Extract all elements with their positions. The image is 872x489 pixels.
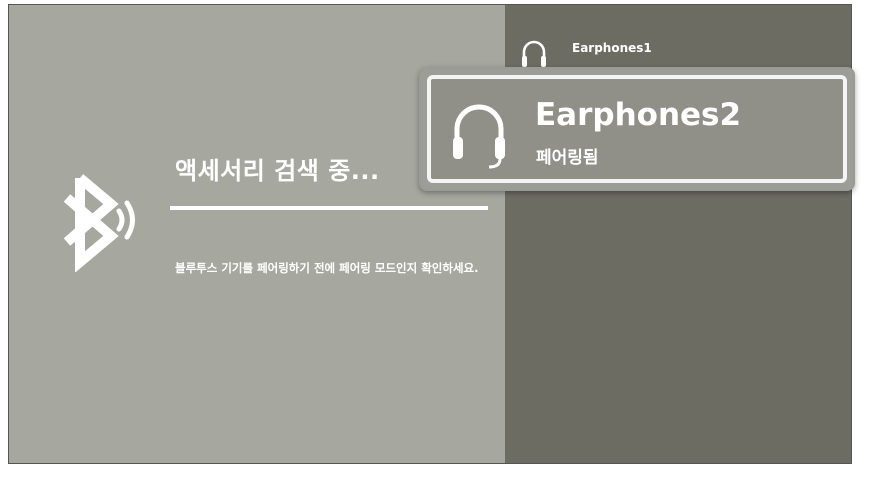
device-item-earphones1[interactable]: Earphones1	[519, 36, 839, 67]
device-name: Earphones2	[535, 97, 742, 133]
headphones-icon	[522, 40, 546, 67]
device-name: Earphones1	[572, 41, 652, 55]
focus-highlight: Earphones2 페어링됨	[427, 75, 847, 183]
headphones-icon	[453, 104, 505, 169]
bluetooth-searching-icon	[63, 174, 135, 272]
device-status: 페어링됨	[536, 148, 599, 168]
progress-underline	[170, 206, 488, 210]
search-title: 액세서리 검색 중...	[175, 157, 380, 185]
pairing-instructions: 블루투스 기기를 페어링하기 전에 페어링 모드인지 확인하세요.	[175, 261, 479, 275]
device-item-earphones2[interactable]: Earphones2 페어링됨	[419, 67, 855, 191]
